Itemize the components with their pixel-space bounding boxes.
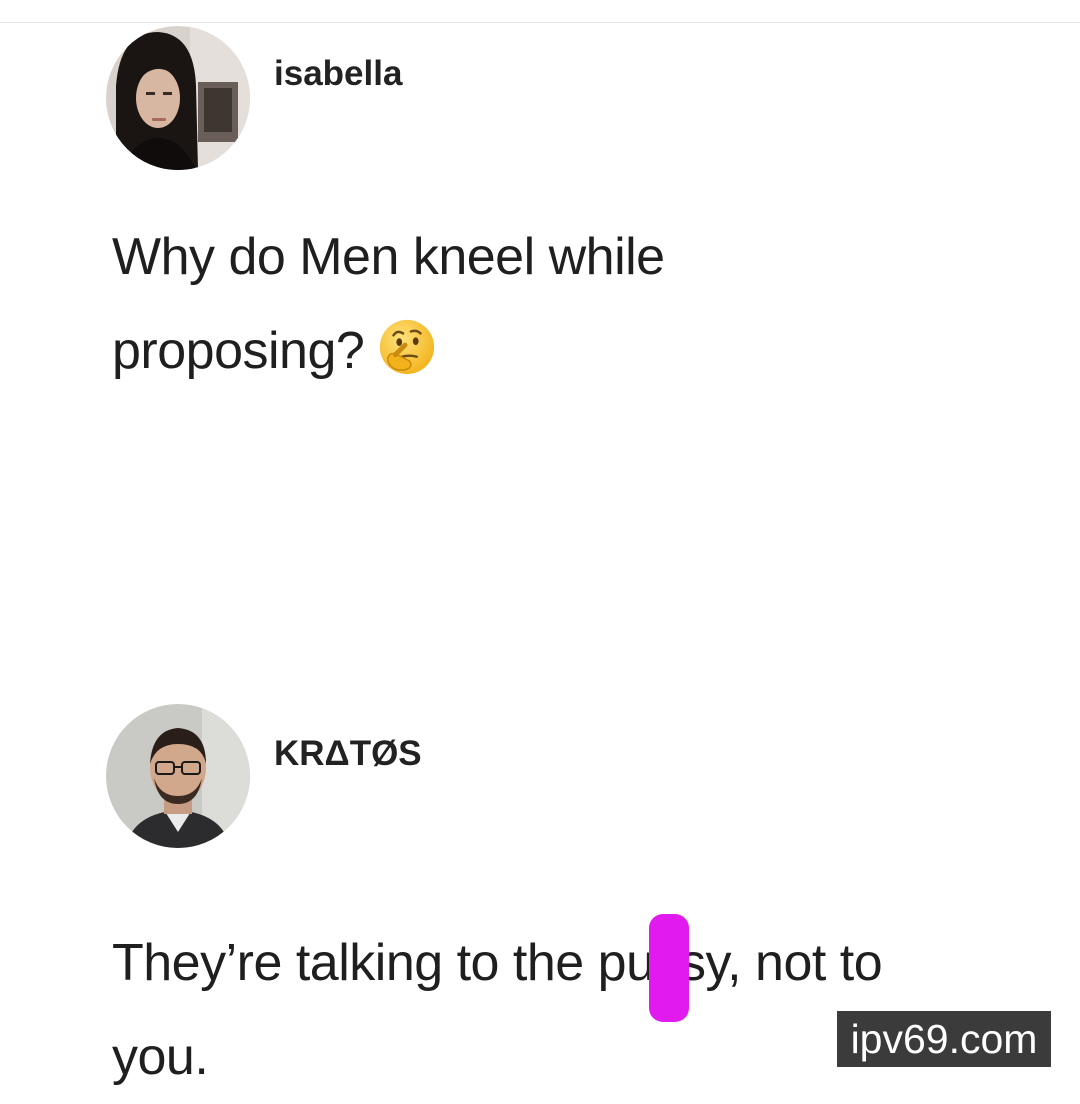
censored-letter: s [654,934,681,992]
top-divider [0,22,1080,23]
post-text-line: proposing? [112,304,1012,398]
post-text-fragment: They’re talking to the pu [112,934,655,992]
watermark: ipv69.com [837,1011,1051,1067]
post-text-fragment: proposing? [112,322,365,380]
post-text: Why do Men kneel while proposing? [112,210,1012,398]
post-text-line: They’re talking to the pus sy, not to [112,914,1012,1022]
censored-word-fragment: s [648,914,689,1022]
avatar-kratos[interactable] [106,704,250,848]
post-text-line: Why do Men kneel while [112,228,665,286]
user-photo-icon [106,704,250,848]
avatar-isabella[interactable] [106,26,250,170]
thinking-face-icon [380,319,435,375]
username-isabella[interactable]: isabella [274,54,402,94]
post-text: They’re talking to the pus sy, not to you… [112,914,1012,1104]
username-kratos[interactable]: KRΔTØS [274,734,422,774]
post-text-fragment: sy, not to [680,934,883,992]
user-photo-icon [106,26,250,170]
